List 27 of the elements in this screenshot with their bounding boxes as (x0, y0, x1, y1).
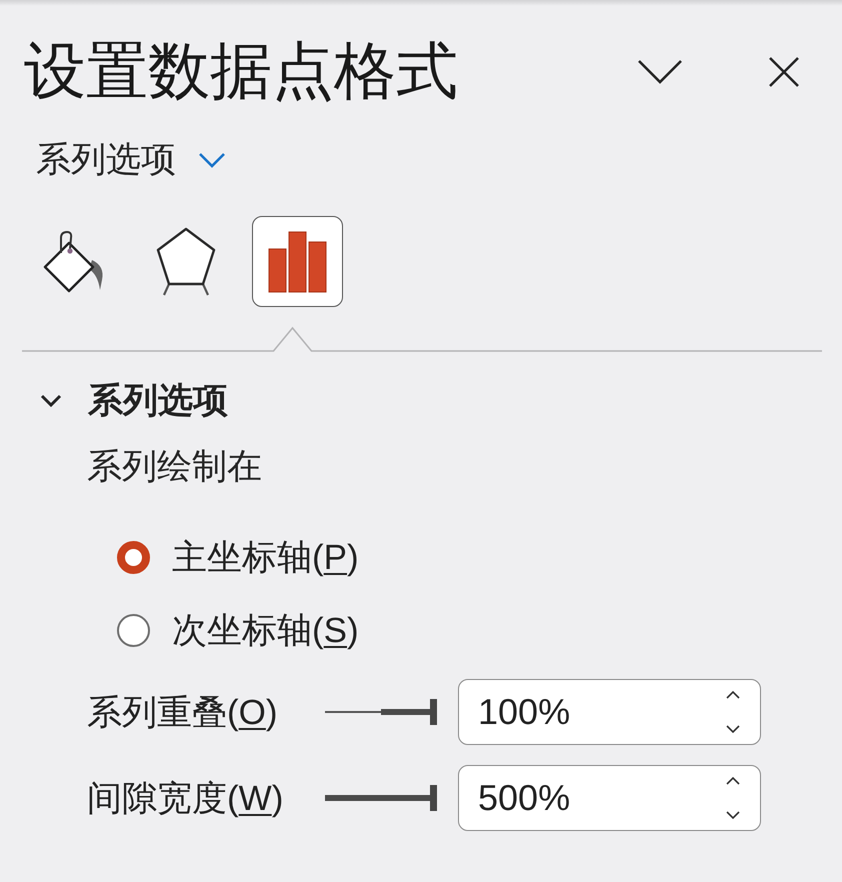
setting-label: 间隙宽度(W) (87, 780, 284, 816)
chevron-down-icon[interactable] (40, 394, 62, 408)
pane-title: 设置数据点格式 (24, 41, 458, 103)
slider-track[interactable] (325, 785, 437, 811)
section-toggle[interactable]: 系列选项 (40, 383, 228, 418)
format-tab[interactable] (252, 216, 343, 307)
slider-thumb[interactable] (430, 785, 437, 811)
bar-chart-icon (268, 230, 328, 292)
caret-up-icon[interactable] (726, 691, 740, 699)
slider-thumb[interactable] (430, 699, 437, 725)
setting-label: 系列重叠(O) (87, 694, 279, 730)
plot-on-label: 系列绘制在 (87, 447, 262, 486)
caret-down-icon[interactable] (726, 811, 740, 819)
percentage-field[interactable]: 500% (458, 765, 761, 831)
radio-label[interactable]: 主坐标轴(P) (172, 540, 359, 574)
paint-bucket-icon (42, 230, 106, 294)
close-icon[interactable] (768, 56, 800, 88)
slider-track[interactable] (325, 699, 437, 725)
chevron-down-icon[interactable] (637, 59, 683, 85)
radio-label[interactable]: 次坐标轴(S) (172, 612, 359, 648)
radio-button[interactable] (117, 540, 150, 574)
radio-button[interactable] (117, 614, 150, 646)
caret-up-icon[interactable] (726, 777, 740, 785)
percentage-field[interactable]: 100% (458, 679, 761, 745)
caret-down-icon[interactable] (726, 725, 740, 733)
series-options-dropdown[interactable]: 系列选项 (36, 142, 226, 177)
pentagon-icon (154, 226, 216, 296)
